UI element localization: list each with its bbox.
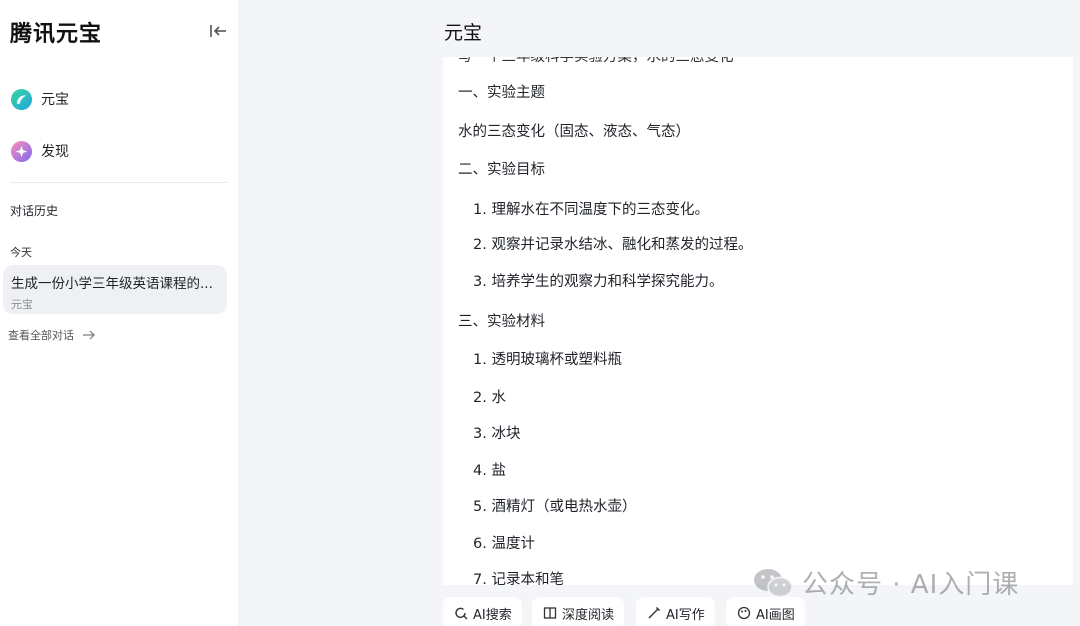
response-document: 写一个三年级科学实验方案，水的三态变化 一、实验主题 水的三态变化（固态、液态、…	[443, 57, 1073, 585]
collapse-sidebar-button[interactable]	[207, 20, 229, 42]
history-item-title: 生成一份小学三年级英语课程的...	[11, 276, 213, 292]
ai-drawing-button[interactable]: AI画图	[726, 597, 805, 626]
ai-search-button[interactable]: AI搜索	[443, 597, 522, 626]
collapse-left-icon	[210, 25, 226, 37]
ai-writing-button[interactable]: AI写作	[636, 597, 715, 626]
tool-label: AI写作	[666, 607, 705, 623]
doc-list-item: 3. 冰块	[473, 426, 521, 442]
doc-line-cut: 写一个三年级科学实验方案，水的三态变化	[458, 57, 734, 65]
view-all-label: 查看全部对话	[8, 329, 74, 342]
page-title: 元宝	[444, 22, 483, 44]
book-icon	[543, 607, 557, 619]
doc-list-item: 5. 酒精灯（或电热水壶）	[473, 499, 637, 515]
doc-list-item: 4. 盐	[473, 463, 506, 479]
doc-list-item: 1. 透明玻璃杯或塑料瓶	[473, 352, 622, 368]
sidebar: 腾讯元宝 元宝 发现 对话历史 今天 生成一份小学三年级英语课程的... 元宝 …	[0, 0, 238, 626]
discover-sparkle-icon	[10, 140, 33, 162]
nav-label: 元宝	[41, 92, 69, 108]
yuanbao-logo-icon	[10, 88, 33, 110]
doc-list-item: 1. 理解水在不同温度下的三态变化。	[473, 202, 709, 218]
nav-label: 发现	[41, 144, 69, 160]
history-group-today: 今天	[10, 246, 32, 259]
wechat-icon	[754, 568, 793, 597]
nav-item-yuanbao[interactable]: 元宝	[10, 85, 210, 113]
watermark: 公众号 · AI入门课	[752, 564, 1019, 601]
sidebar-divider	[10, 182, 228, 183]
nav-item-discover[interactable]: 发现	[10, 137, 210, 165]
doc-list-item: 7. 记录本和笔	[473, 572, 564, 585]
doc-heading: 一、实验主题	[458, 85, 545, 101]
search-refresh-icon	[455, 607, 468, 620]
app-brand-title: 腾讯元宝	[10, 21, 103, 47]
palette-icon	[737, 606, 751, 620]
doc-list-item: 2. 水	[473, 390, 506, 406]
pen-icon	[648, 607, 660, 619]
doc-list-item: 3. 培养学生的观察力和科学探究能力。	[473, 274, 724, 290]
arrow-right-icon	[83, 330, 95, 340]
tool-label: AI画图	[756, 607, 795, 623]
tool-label: AI搜索	[473, 607, 512, 623]
doc-heading: 二、实验目标	[458, 162, 545, 178]
doc-heading: 三、实验材料	[458, 314, 545, 330]
tool-label: 深度阅读	[562, 607, 615, 623]
history-item[interactable]: 生成一份小学三年级英语课程的... 元宝	[3, 265, 227, 314]
deep-reading-button[interactable]: 深度阅读	[532, 597, 625, 626]
history-section-title: 对话历史	[10, 204, 59, 218]
history-item-subtitle: 元宝	[11, 298, 33, 311]
watermark-text: 公众号 · AI入门课	[802, 570, 1020, 600]
view-all-conversations-link[interactable]: 查看全部对话	[8, 327, 96, 343]
doc-list-item: 2. 观察并记录水结冰、融化和蒸发的过程。	[473, 237, 753, 253]
doc-paragraph: 水的三态变化（固态、液态、气态）	[458, 124, 690, 140]
doc-list-item: 6. 温度计	[473, 536, 535, 552]
